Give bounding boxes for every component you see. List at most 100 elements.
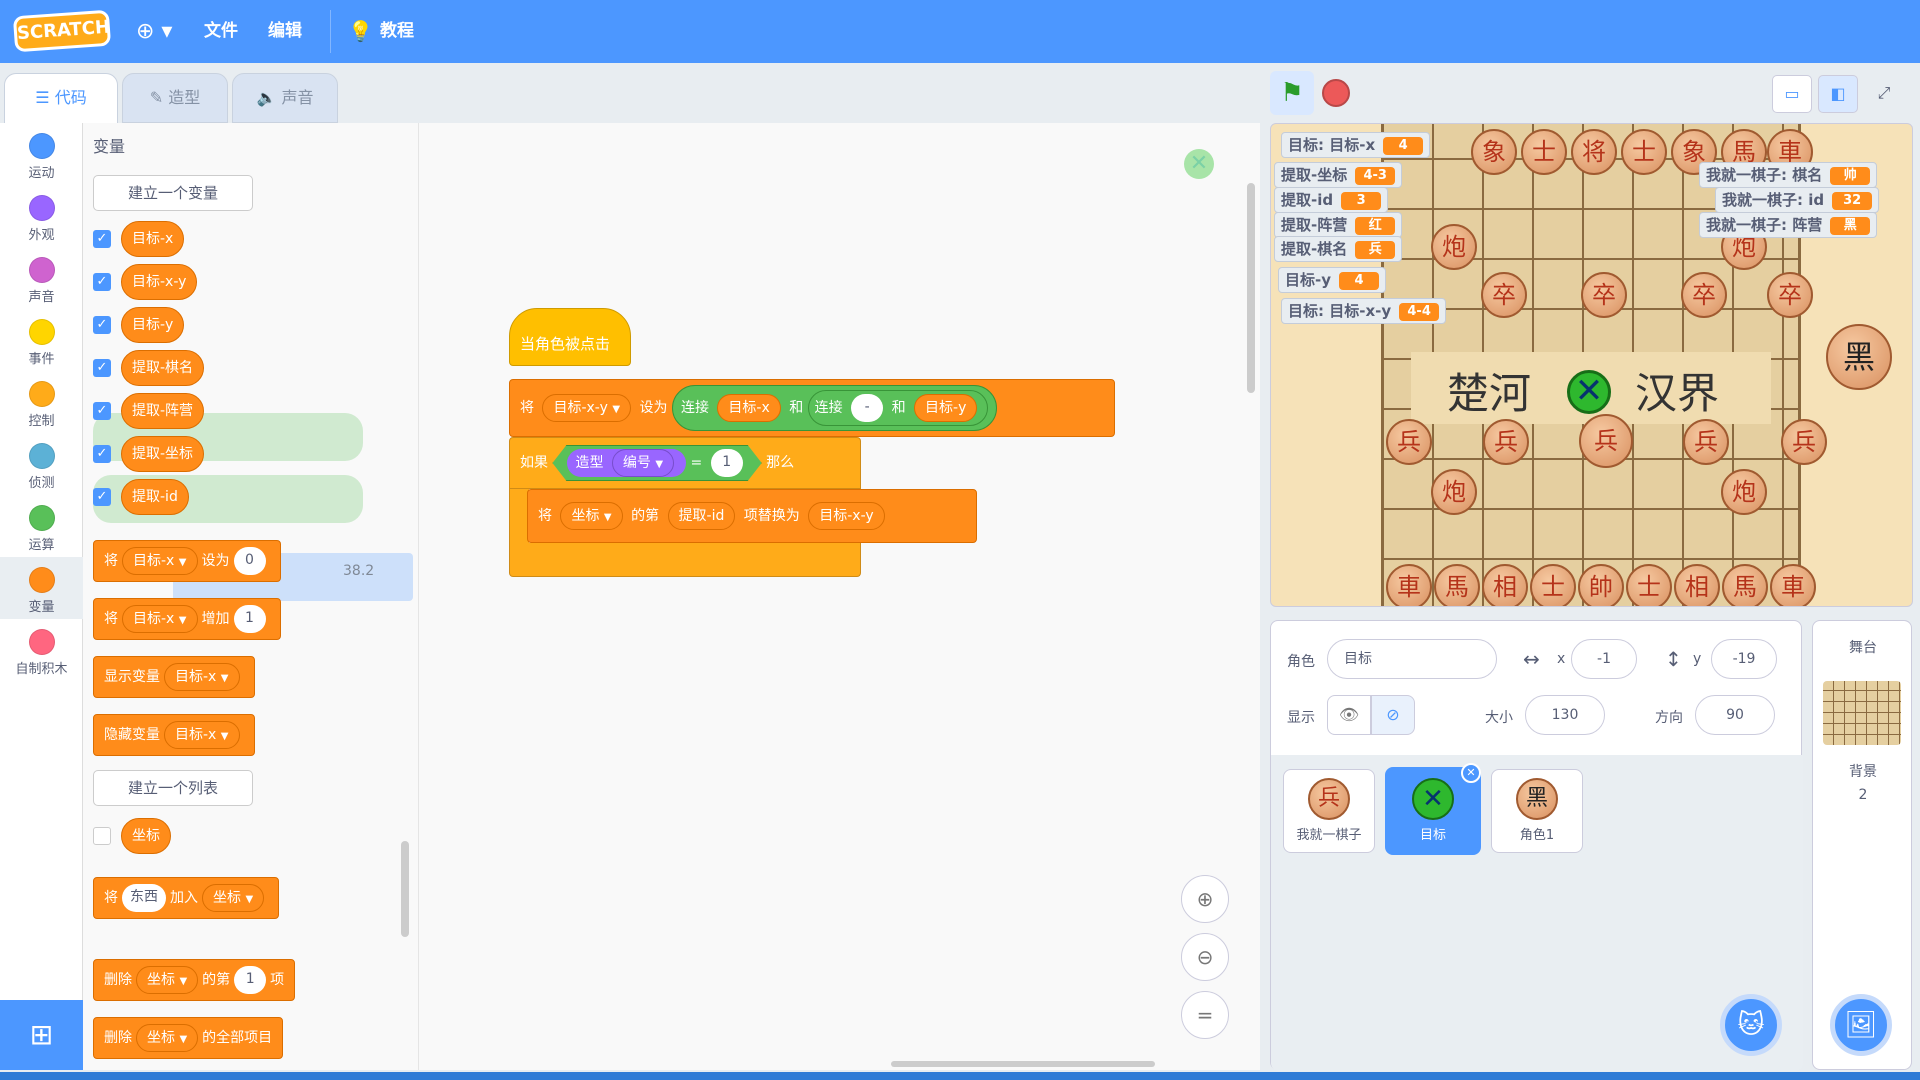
tutorials-menu[interactable]: 教程 [380,0,414,63]
tab-code[interactable]: ☰ 代码 [4,73,118,123]
choose-backdrop-button[interactable]: 🖼 [1830,994,1892,1056]
add-extension-button[interactable]: ⊞ [0,1000,83,1070]
variable-monitor[interactable]: 提取-棋名兵 [1274,236,1403,262]
variable-monitor[interactable]: 目标: 目标-x 4 [1281,132,1431,158]
variable-checkbox[interactable]: ✓ [93,273,111,291]
chess-piece: 卒 [1767,272,1813,318]
variable-checkbox[interactable]: ✓ [93,488,111,506]
target-marker-icon[interactable]: ✕ [1567,370,1611,414]
set-variable-block[interactable]: 将目标-x ▼ 设为 0 [93,540,281,582]
variable-monitor[interactable]: 提取-阵营红 [1274,212,1403,238]
variable-checkbox[interactable]: ✓ [93,445,111,463]
change-variable-block[interactable]: 将目标-x ▼ 增加 1 [93,598,281,640]
fullscreen-button[interactable]: ⤢ [1864,75,1904,113]
category-variables[interactable]: 变量 [0,557,83,619]
globe-icon[interactable]: ⊕ ▾ [136,0,172,63]
chess-piece: 士 [1530,564,1576,606]
small-stage-button[interactable]: ▭ [1772,75,1812,113]
scratch-logo[interactable]: SCRATCH [12,9,112,53]
zoom-reset-button[interactable]: = [1181,991,1229,1039]
category-sound[interactable]: 声音 [0,247,83,309]
add-to-list-block[interactable]: 将东西 加入 坐标 ▼ [93,877,280,919]
black-badge[interactable]: 黑 [1826,324,1892,390]
variable-monitor[interactable]: 目标: 目标-x-y 4-4 [1281,298,1447,324]
edit-menu[interactable]: 编辑 [268,0,302,63]
workspace-scrollbar[interactable] [891,1061,1155,1067]
hide-variable-block[interactable]: 隐藏变量 目标-x ▼ [93,714,255,756]
variable-reporter[interactable]: 提取-阵营 [121,393,205,429]
large-stage-button[interactable]: ◧ [1818,75,1858,113]
zoom-in-button[interactable]: ⊕ [1181,875,1229,923]
replace-list-item-block[interactable]: 将 坐标 ▼ 的第 提取-id 项替换为 目标-x-y [527,489,977,543]
variable-checkbox[interactable]: ✓ [93,230,111,248]
set-join-block[interactable]: 将 目标-x-y ▼ 设为 连接 目标-x 和 连接 - 和 目标-y [509,379,1115,437]
x-label: x [1557,651,1566,667]
when-sprite-clicked-block[interactable]: 当角色被点击 [509,308,631,366]
tab-costumes[interactable]: ✎ 造型 [122,73,228,123]
stop-icon[interactable] [1322,79,1350,107]
variable-monitor[interactable]: 提取-id 3 [1274,187,1389,213]
variable-reporter[interactable]: 提取-id [121,479,189,515]
chess-piece[interactable]: 兵 [1579,414,1633,468]
sprite-tile[interactable]: 黑角色1 [1491,769,1583,853]
make-variable-button[interactable]: 建立一个变量 [93,175,253,211]
if-then-block[interactable]: 如果 造型 编号 ▼ = 1 那么 [509,437,861,489]
variable-checkbox[interactable]: ✓ [93,402,111,420]
list-reporter[interactable]: 坐标 [121,818,171,854]
equals-operator[interactable]: 造型 编号 ▼ = 1 [552,445,761,481]
join-operator[interactable]: 连接 目标-x 和 连接 - 和 目标-y [671,385,998,431]
show-variable-block[interactable]: 显示变量 目标-x ▼ [93,656,255,698]
variable-monitor[interactable]: 提取-坐标 4-3 [1274,162,1403,188]
variable-reporter[interactable]: 目标-x-y [121,264,198,300]
chess-piece: 帥 [1578,564,1624,606]
size-input[interactable]: 130 [1525,695,1605,735]
stage[interactable]: 楚河 汉界 象 士 将 士 象 馬 車 炮 炮 卒 卒 卒 卒 ✕ 黑 兵 兵 … [1270,123,1913,607]
delete-sprite-icon[interactable]: ✕ [1461,763,1481,783]
lightbulb-icon[interactable]: 💡 [348,0,373,63]
variable-checkbox[interactable]: ✓ [93,359,111,377]
sprite-name-input[interactable]: 目标 [1327,639,1497,679]
zoom-out-button[interactable]: ⊖ [1181,933,1229,981]
palette-scrollbar[interactable] [401,841,409,937]
file-menu[interactable]: 文件 [204,0,238,63]
category-operators[interactable]: 运算 [0,495,83,557]
variable-reporter[interactable]: 提取-棋名 [121,350,205,386]
delete-all-block[interactable]: 删除 坐标 ▼ 的全部项目 [93,1017,284,1059]
list-checkbox[interactable] [93,827,111,845]
script-workspace[interactable]: ✕ 当角色被点击 将 目标-x-y ▼ 设为 连接 目标-x 和 连接 - 和 … [418,123,1260,1070]
choose-sprite-button[interactable]: 🐱 [1720,994,1782,1056]
category-events[interactable]: 事件 [0,309,83,371]
costume-number-reporter[interactable]: 造型 编号 ▼ [567,449,686,477]
category-control[interactable]: 控制 [0,371,83,433]
make-list-button[interactable]: 建立一个列表 [93,770,253,806]
variable-monitor[interactable]: 目标-y 4 [1278,267,1387,293]
variable-reporter[interactable]: 提取-坐标 [121,436,205,472]
backdrop-thumbnail[interactable] [1823,681,1901,745]
tab-sounds[interactable]: 🔈 声音 [232,73,338,123]
variable-reporter[interactable]: 目标-y [121,307,185,343]
workspace-vscrollbar[interactable] [1247,183,1255,393]
join-operator-inner[interactable]: 连接 - 和 目标-y [807,390,989,426]
variable-monitor[interactable]: 我就一棋子: id 32 [1715,187,1880,213]
category-my-blocks[interactable]: 自制积木 [0,619,83,681]
delete-item-block[interactable]: 删除 坐标 ▼ 的第 1 项 [93,959,296,1001]
y-input[interactable]: -19 [1711,639,1777,679]
x-input[interactable]: -1 [1571,639,1637,679]
chess-piece: 車 [1770,564,1816,606]
chess-piece: 卒 [1581,272,1627,318]
variable-reporter[interactable]: 目标-x [121,221,185,257]
variable-monitor[interactable]: 我就一棋子: 阵营黑 [1699,212,1878,238]
variable-monitor[interactable]: 我就一棋子: 棋名帅 [1699,162,1878,188]
show-visible-button[interactable]: 👁 [1327,695,1371,735]
category-motion[interactable]: 运动 [0,123,83,185]
category-menu: 运动 外观 声音 事件 控制 侦测 运算 变量 自制积木 [0,123,83,1000]
green-flag-icon[interactable]: ⚑ [1270,71,1314,115]
category-looks[interactable]: 外观 [0,185,83,247]
bottom-bar [0,1072,1920,1080]
category-sensing[interactable]: 侦测 [0,433,83,495]
variable-checkbox[interactable]: ✓ [93,316,111,334]
show-hidden-button[interactable]: ⊘ [1371,695,1415,735]
sprite-tile[interactable]: 兵我就一棋子 [1283,769,1375,853]
direction-input[interactable]: 90 [1695,695,1775,735]
sprite-label: 角色 [1287,654,1315,670]
